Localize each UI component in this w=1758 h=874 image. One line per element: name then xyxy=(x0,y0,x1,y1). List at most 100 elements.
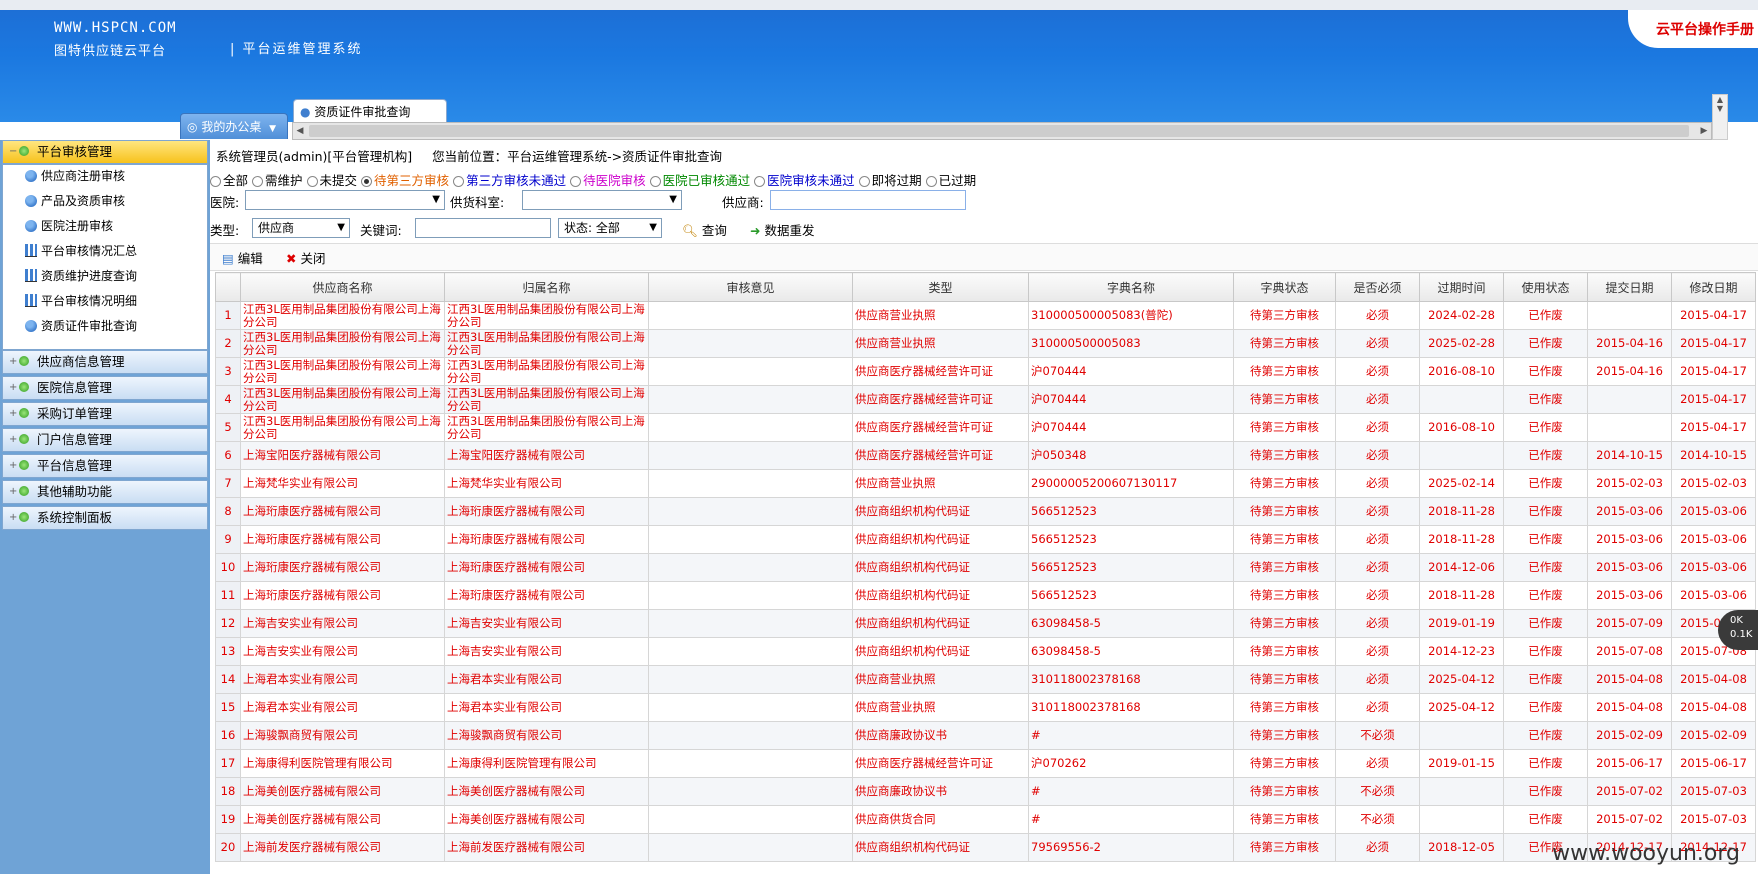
chevron-down-icon[interactable]: ▼ xyxy=(269,124,276,134)
dept-select[interactable]: ▼ xyxy=(522,190,682,210)
scroll-thumb[interactable] xyxy=(309,125,1689,137)
sidebar-item-audit-summary[interactable]: 平台审核情况汇总 xyxy=(25,241,137,261)
tab-certificate-query[interactable]: ● 资质证件审批查询 xyxy=(293,99,447,123)
table-row[interactable]: 13 上海吉安实业有限公司 上海吉安实业有限公司 供应商组织机构代码证 63098458… xyxy=(215,637,1756,666)
table-cell: 沪070262 xyxy=(1028,749,1234,778)
column-header[interactable]: 供应商名称 xyxy=(240,272,445,302)
table-row[interactable]: 2 江西3L医用制品集团股份有限公司上海分公司 江西3L医用制品集团股份有限公司上海… xyxy=(215,329,1756,358)
sidebar-item-certificate-query[interactable]: 资质证件审批查询 xyxy=(25,316,137,336)
table-row[interactable]: 6 上海宝阳医疗器械有限公司 上海宝阳医疗器械有限公司 供应商医疗器械经营许可证 沪05… xyxy=(215,441,1756,470)
table-row[interactable]: 4 江西3L医用制品集团股份有限公司上海分公司 江西3L医用制品集团股份有限公司上海… xyxy=(215,385,1756,414)
table-row[interactable]: 20 上海前发医疗器械有限公司 上海前发医疗器械有限公司 供应商组织机构代码证 7956… xyxy=(215,833,1756,862)
status-radio[interactable]: 全部 xyxy=(210,170,248,189)
sidebar-item-product-audit[interactable]: 产品及资质审核 xyxy=(25,191,125,211)
table-cell: 2015-03-06 xyxy=(1587,525,1672,554)
column-header[interactable]: 是否必须 xyxy=(1335,272,1420,302)
table-row[interactable]: 12 上海吉安实业有限公司 上海吉安实业有限公司 供应商组织机构代码证 63098458… xyxy=(215,609,1756,638)
sidebar-group-portal[interactable]: + 门户信息管理 xyxy=(2,428,208,452)
status-radio[interactable]: 待第三方审核 xyxy=(361,170,449,189)
column-header[interactable]: 字典名称 xyxy=(1028,272,1234,302)
status-radio[interactable]: 需维护 xyxy=(252,170,303,189)
table-row[interactable]: 11 上海珩康医疗器械有限公司 上海珩康医疗器械有限公司 供应商组织机构代码证 5665… xyxy=(215,581,1756,610)
table-cell: 不必须 xyxy=(1335,721,1420,750)
table-cell xyxy=(648,833,853,862)
table-row[interactable]: 19 上海美创医疗器械有限公司 上海美创医疗器械有限公司 供应商供货合同 # 待第三方审核… xyxy=(215,805,1756,834)
table-cell: 上海珩康医疗器械有限公司 xyxy=(240,497,445,526)
column-header[interactable]: 提交日期 xyxy=(1587,272,1672,302)
column-header[interactable]: 审核意见 xyxy=(648,272,853,302)
sidebar-group-hospital[interactable]: + 医院信息管理 xyxy=(2,376,208,400)
keyword-input[interactable] xyxy=(415,218,551,238)
scroll-left-icon[interactable]: ◀ xyxy=(293,123,307,139)
table-cell: 2015-06-17 xyxy=(1671,749,1756,778)
status-radio[interactable]: 第三方审核未通过 xyxy=(453,170,566,189)
status-radio[interactable]: 待医院审核 xyxy=(570,170,646,189)
sidebar-group-platform-info[interactable]: + 平台信息管理 xyxy=(2,454,208,478)
table-row[interactable]: 15 上海君本实业有限公司 上海君本实业有限公司 供应商营业执照 31011800237… xyxy=(215,693,1756,722)
sidebar-item-maintenance-progress[interactable]: 资质维护进度查询 xyxy=(25,266,137,286)
radio-icon[interactable] xyxy=(210,176,221,187)
radio-icon[interactable] xyxy=(858,176,870,187)
table-row[interactable]: 16 上海骏飘商贸有限公司 上海骏飘商贸有限公司 供应商廉政协议书 # 待第三方审核 不必须… xyxy=(215,721,1756,750)
sidebar-group-control-panel[interactable]: + 系统控制面板 xyxy=(2,506,208,530)
edit-button[interactable]: ▤ 编辑 xyxy=(222,248,263,267)
tab-vscroll[interactable]: ▲ ▼ xyxy=(1712,94,1728,140)
status-select[interactable]: 状态: 全部 ▼ xyxy=(558,218,662,238)
table-row[interactable]: 5 江西3L医用制品集团股份有限公司上海分公司 江西3L医用制品集团股份有限公司上海… xyxy=(215,413,1756,442)
table-row[interactable]: 7 上海梵华实业有限公司 上海梵华实业有限公司 供应商营业执照 290000052006… xyxy=(215,469,1756,498)
supplier-input[interactable] xyxy=(770,190,966,210)
hospital-select[interactable]: ▼ xyxy=(245,190,445,210)
table-row[interactable]: 3 江西3L医用制品集团股份有限公司上海分公司 江西3L医用制品集团股份有限公司上海… xyxy=(215,357,1756,386)
table-row[interactable]: 17 上海康得利医院管理有限公司 上海康得利医院管理有限公司 供应商医疗器械经营许可证… xyxy=(215,749,1756,778)
manual-link[interactable]: 云平台操作手册 xyxy=(1628,10,1758,48)
column-header[interactable]: 修改日期 xyxy=(1671,272,1756,302)
table-cell xyxy=(648,301,853,330)
sidebar-group-platform-audit[interactable]: − 平台审核管理 xyxy=(2,140,208,164)
table-row[interactable]: 18 上海美创医疗器械有限公司 上海美创医疗器械有限公司 供应商廉政协议书 # 待第三方审… xyxy=(215,777,1756,806)
table-row[interactable]: 9 上海珩康医疗器械有限公司 上海珩康医疗器械有限公司 供应商组织机构代码证 56651… xyxy=(215,525,1756,554)
column-header[interactable]: 类型 xyxy=(852,272,1029,302)
table-cell xyxy=(648,441,853,470)
sidebar-item-supplier-register[interactable]: 供应商注册审核 xyxy=(25,166,125,186)
close-button[interactable]: ✖ 关闭 xyxy=(286,248,325,267)
tab-scrollbar[interactable]: ◀ ▶ xyxy=(292,122,1712,140)
query-button[interactable]: 🔍︎ 查询 xyxy=(682,220,727,239)
radio-icon[interactable] xyxy=(252,176,264,187)
column-header[interactable]: 过期时间 xyxy=(1419,272,1504,302)
resend-button[interactable]: ➜ 数据重发 xyxy=(750,220,814,239)
table-row[interactable]: 14 上海君本实业有限公司 上海君本实业有限公司 供应商营业执照 31011800237… xyxy=(215,665,1756,694)
column-header[interactable]: 字典状态 xyxy=(1233,272,1336,302)
type-select[interactable]: 供应商 ▼ xyxy=(252,218,350,238)
status-radio[interactable]: 医院已审核通过 xyxy=(649,170,750,189)
table-cell xyxy=(648,721,853,750)
tab-home[interactable]: ◎ 我的办公桌 ▼ xyxy=(180,113,288,139)
table-row[interactable]: 10 上海珩康医疗器械有限公司 上海珩康医疗器械有限公司 供应商组织机构代码证 5665… xyxy=(215,553,1756,582)
status-radio[interactable]: 未提交 xyxy=(306,170,357,189)
brand-name: 图特供应链云平台 xyxy=(54,44,167,59)
radio-icon[interactable] xyxy=(306,176,318,187)
table-cell: 必须 xyxy=(1335,693,1420,722)
status-radio[interactable]: 已过期 xyxy=(925,170,976,189)
table-row[interactable]: 1 江西3L医用制品集团股份有限公司上海分公司 江西3L医用制品集团股份有限公司上海… xyxy=(215,301,1756,330)
sidebar-item-audit-detail[interactable]: 平台审核情况明细 xyxy=(25,291,137,311)
radio-icon[interactable] xyxy=(453,176,465,187)
column-header[interactable]: 使用状态 xyxy=(1503,272,1588,302)
sidebar-item-hospital-register[interactable]: 医院注册审核 xyxy=(25,216,113,236)
sidebar-group-aux[interactable]: + 其他辅助功能 xyxy=(2,480,208,504)
radio-icon[interactable] xyxy=(570,176,582,187)
radio-icon[interactable] xyxy=(361,176,373,187)
table-cell xyxy=(648,385,853,414)
radio-icon[interactable] xyxy=(649,176,661,187)
sidebar-group-supplier[interactable]: + 供应商信息管理 xyxy=(2,350,208,374)
status-radio[interactable]: 即将过期 xyxy=(858,170,922,189)
status-radio[interactable]: 医院审核未通过 xyxy=(754,170,855,189)
radio-icon[interactable] xyxy=(925,176,937,187)
table-row[interactable]: 8 上海珩康医疗器械有限公司 上海珩康医疗器械有限公司 供应商组织机构代码证 56651… xyxy=(215,497,1756,526)
column-header[interactable] xyxy=(215,272,241,302)
sidebar-group-orders[interactable]: + 采购订单管理 xyxy=(2,402,208,426)
table-cell: 供应商营业执照 xyxy=(852,329,1029,358)
radio-icon[interactable] xyxy=(754,176,766,187)
column-header[interactable]: 归属名称 xyxy=(444,272,649,302)
table-cell: 2015-04-08 xyxy=(1671,665,1756,694)
scroll-right-icon[interactable]: ▶ xyxy=(1697,123,1711,139)
